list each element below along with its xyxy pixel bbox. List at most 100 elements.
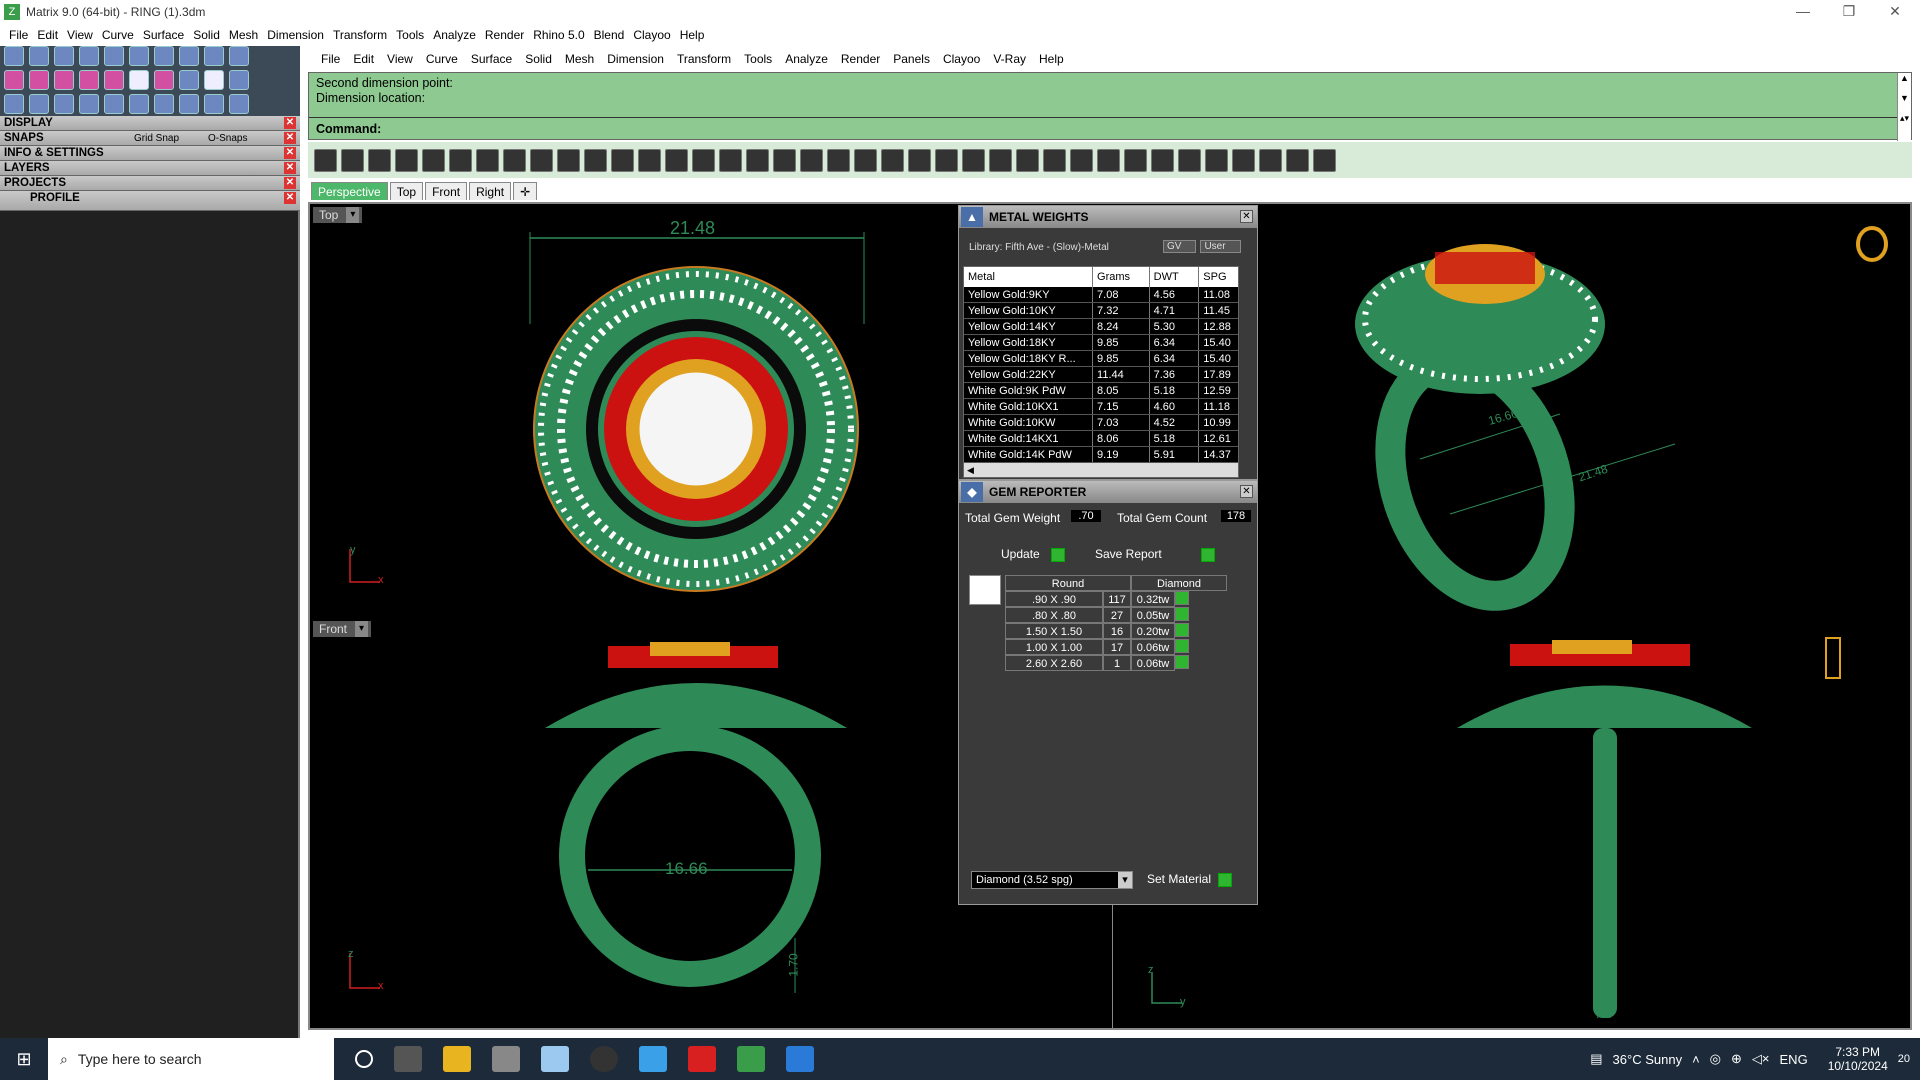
table-row[interactable]: White Gold:9K PdW 8.05 5.18 12.59 xyxy=(964,383,1238,399)
menu-item[interactable]: Analyze xyxy=(785,52,828,66)
menu-item[interactable]: View xyxy=(387,52,413,66)
tool-icon[interactable] xyxy=(422,148,445,172)
close-icon[interactable]: ✕ xyxy=(1240,210,1253,223)
tool-icon[interactable] xyxy=(204,94,224,114)
menu-item[interactable]: File xyxy=(9,28,28,42)
layers-section-header[interactable]: LAYERS ✕ xyxy=(0,161,300,176)
tool-icon[interactable] xyxy=(4,94,24,114)
chevron-up-icon[interactable]: ˄ xyxy=(1692,1052,1700,1067)
projects-section-header[interactable]: PROJECTS ✕ xyxy=(0,176,300,191)
close-icon[interactable]: ✕ xyxy=(284,192,296,204)
close-icon[interactable]: ✕ xyxy=(284,132,296,144)
column-header-grams[interactable]: Grams xyxy=(1093,267,1150,287)
width-dimension[interactable]: 21.48 xyxy=(670,218,715,239)
play-icon[interactable] xyxy=(1175,623,1189,637)
user-toggle[interactable]: User xyxy=(1200,240,1241,253)
tool-icon[interactable] xyxy=(692,148,715,172)
menu-item[interactable]: Help xyxy=(1039,52,1064,66)
table-row[interactable]: Yellow Gold:9KY 7.08 4.56 11.08 xyxy=(964,287,1238,303)
gem-row[interactable]: .80 X .80 27 0.05tw xyxy=(1005,607,1227,623)
table-row[interactable]: White Gold:10KW 7.03 4.52 10.99 xyxy=(964,415,1238,431)
tool-icon[interactable] xyxy=(79,70,99,90)
menu-item[interactable]: Tools xyxy=(744,52,772,66)
menu-item[interactable]: Transform xyxy=(677,52,731,66)
tool-icon[interactable] xyxy=(29,46,49,66)
table-row[interactable]: Yellow Gold:22KY 11.44 7.36 17.89 xyxy=(964,367,1238,383)
profile-section-header[interactable]: PROFILE ✕ xyxy=(0,191,300,211)
circle-tool-icon[interactable] xyxy=(4,46,24,66)
tool-icon[interactable] xyxy=(154,46,174,66)
play-icon[interactable] xyxy=(1175,655,1189,669)
language-indicator[interactable]: ENG xyxy=(1780,1052,1808,1067)
app-icon[interactable] xyxy=(786,1046,814,1072)
tab-right[interactable]: Right xyxy=(469,182,512,200)
table-row[interactable]: White Gold:14KX1 8.06 5.18 12.61 xyxy=(964,431,1238,447)
tool-icon[interactable] xyxy=(989,148,1012,172)
tool-icon[interactable] xyxy=(1070,148,1093,172)
menu-item[interactable]: Dimension xyxy=(267,28,324,42)
menu-item[interactable]: Blend xyxy=(594,28,625,42)
table-row[interactable]: White Gold:10KX1 7.15 4.60 11.18 xyxy=(964,399,1238,415)
info-section-header[interactable]: INFO & SETTINGS ✕ xyxy=(0,146,300,161)
tool-icon[interactable] xyxy=(665,148,688,172)
tool-icon[interactable] xyxy=(1313,148,1336,172)
weather-icon[interactable]: ▤ xyxy=(1590,1051,1602,1067)
menu-item[interactable]: Edit xyxy=(353,52,374,66)
play-icon[interactable] xyxy=(1175,591,1189,605)
tool-icon[interactable] xyxy=(746,148,769,172)
display-section-header[interactable]: DISPLAY ✕ xyxy=(0,116,300,131)
windows-start-icon[interactable]: ⊞ xyxy=(0,1038,48,1080)
menu-item[interactable]: Curve xyxy=(426,52,458,66)
file-explorer-icon[interactable] xyxy=(443,1046,471,1072)
menu-item[interactable]: Curve xyxy=(102,28,134,42)
gem-row[interactable]: 2.60 X 2.60 1 0.06tw xyxy=(1005,655,1227,671)
snaps-section-header[interactable]: SNAPS Grid Snap O-Snaps ✕ xyxy=(0,131,300,146)
tool-icon[interactable] xyxy=(1232,148,1255,172)
gem-row[interactable]: .90 X .90 117 0.32tw xyxy=(1005,591,1227,607)
menu-item[interactable]: Rhino 5.0 xyxy=(533,28,584,42)
app-icon[interactable] xyxy=(541,1046,569,1072)
front-viewport[interactable]: Front 16.66 1.70 z x xyxy=(310,618,960,1028)
menu-item[interactable]: Help xyxy=(680,28,705,42)
tool-icon[interactable] xyxy=(229,94,249,114)
network-icon[interactable]: ◎ xyxy=(1710,1051,1721,1067)
tool-icon[interactable] xyxy=(584,148,607,172)
restore-button[interactable]: ❐ xyxy=(1826,0,1872,24)
play-icon[interactable] xyxy=(1175,607,1189,621)
menu-item[interactable]: V-Ray xyxy=(993,52,1026,66)
command-scrollbar[interactable]: ▲ ▼ ▴▾ xyxy=(1897,73,1911,141)
task-view-icon[interactable] xyxy=(394,1046,422,1072)
menu-item[interactable]: Mesh xyxy=(229,28,258,42)
table-row[interactable]: Yellow Gold:18KY 9.85 6.34 15.40 xyxy=(964,335,1238,351)
tool-icon[interactable] xyxy=(800,148,823,172)
tool-icon[interactable] xyxy=(1124,148,1147,172)
table-row[interactable]: Yellow Gold:10KY 7.32 4.71 11.45 xyxy=(964,303,1238,319)
gem-row[interactable]: 1.00 X 1.00 17 0.06tw xyxy=(1005,639,1227,655)
tool-icon[interactable] xyxy=(773,148,796,172)
tool-icon[interactable] xyxy=(104,70,124,90)
tool-icon[interactable] xyxy=(179,46,199,66)
tool-icon[interactable] xyxy=(935,148,958,172)
tool-icon[interactable] xyxy=(1016,148,1039,172)
weather-text[interactable]: 36°C Sunny xyxy=(1613,1052,1683,1067)
menu-item[interactable]: Surface xyxy=(471,52,512,66)
viewport-label-top[interactable]: Top xyxy=(313,207,363,223)
tool-icon[interactable] xyxy=(962,148,985,172)
menu-item[interactable]: Dimension xyxy=(607,52,664,66)
close-icon[interactable]: ✕ xyxy=(1240,485,1253,498)
add-tab-button[interactable]: ✛ xyxy=(513,182,538,200)
tool-icon[interactable] xyxy=(1097,148,1120,172)
close-icon[interactable]: ✕ xyxy=(284,162,296,174)
tool-icon[interactable] xyxy=(476,148,499,172)
tool-icon[interactable] xyxy=(204,46,224,66)
tool-icon[interactable] xyxy=(179,70,199,90)
osnaps-toggle[interactable]: O-Snaps xyxy=(208,131,247,146)
menu-item[interactable]: Solid xyxy=(193,28,220,42)
menu-item[interactable]: Render xyxy=(485,28,524,42)
cortana-icon[interactable] xyxy=(355,1050,373,1068)
tool-icon[interactable] xyxy=(129,70,149,90)
tool-icon[interactable] xyxy=(79,94,99,114)
tool-icon[interactable] xyxy=(1259,148,1282,172)
taskbar-search[interactable]: ⌕ Type here to search xyxy=(48,1038,334,1080)
tool-icon[interactable] xyxy=(54,70,74,90)
